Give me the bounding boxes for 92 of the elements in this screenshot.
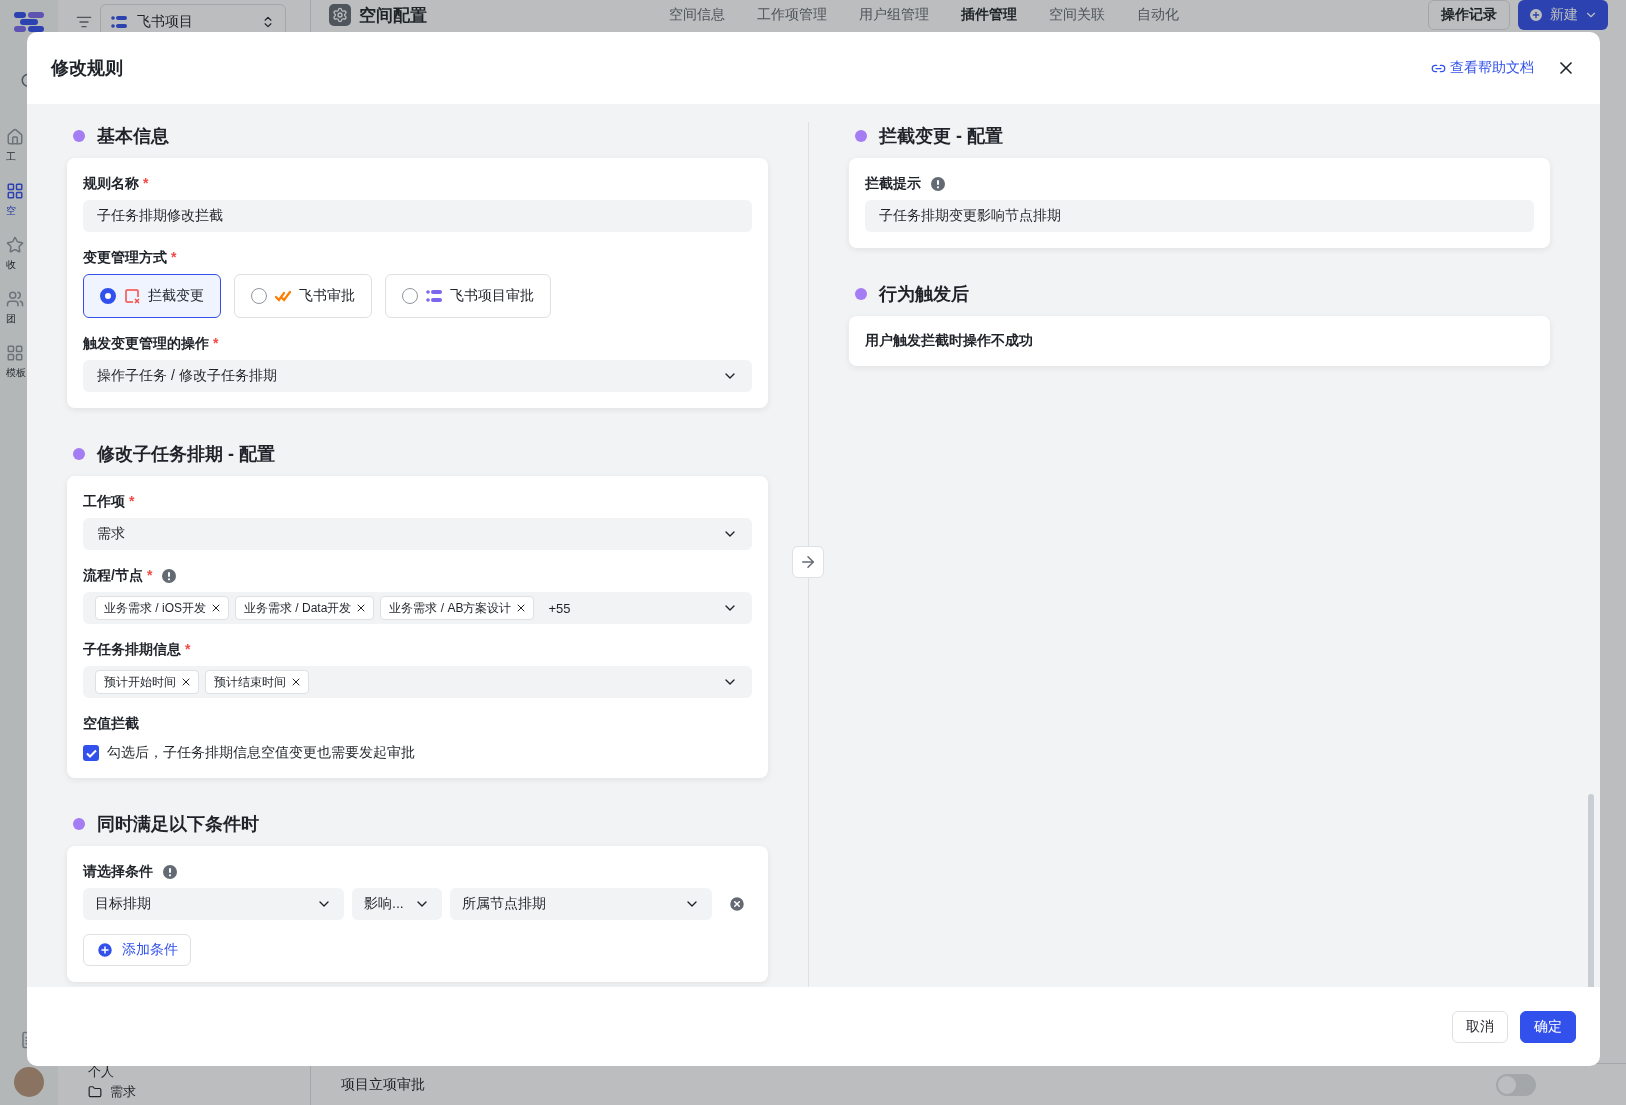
confirm-button[interactable]: 确定 [1520, 1010, 1576, 1043]
tag: 预计开始时间 [95, 670, 199, 694]
plus-icon [1528, 7, 1544, 23]
sidebar-label[interactable]: 模板 [6, 366, 26, 380]
page-title: 空间配置 [359, 4, 427, 27]
arrow-right-icon [799, 553, 817, 571]
grid-icon [6, 182, 24, 200]
tab[interactable]: 用户组管理 [859, 6, 929, 24]
multi-select-field[interactable]: 业务需求 / iOS开发 业务需求 / Data开发 业务需求 / AB方案设计 +55 [83, 592, 752, 624]
radio-option[interactable]: 飞书审批 [234, 274, 372, 318]
folder-icon [88, 1085, 102, 1099]
field-label: 拦截提示 [865, 175, 921, 193]
logo-icon [14, 10, 44, 34]
settings-icon [329, 4, 351, 26]
select-field[interactable]: 所属节点排期 [450, 888, 712, 920]
select-field[interactable]: 影响... [352, 888, 442, 920]
select-field[interactable]: 操作子任务 / 修改子任务排期 [83, 360, 752, 392]
section-title: 同时满足以下条件时 [97, 813, 259, 836]
field-label: 工作项 * [83, 493, 135, 511]
field-label: 子任务排期信息 * [83, 641, 191, 659]
tree-item[interactable]: 个人 [68, 1064, 300, 1080]
tag: 业务需求 / iOS开发 [95, 596, 229, 620]
help-link[interactable]: 查看帮助文档 [1431, 59, 1534, 77]
required-mark: * [171, 249, 177, 265]
collapse-icon[interactable] [76, 14, 92, 30]
section-title: 拦截变更 - 配置 [879, 125, 1003, 148]
tab[interactable]: 自动化 [1137, 6, 1179, 24]
tag: 预计结束时间 [205, 670, 309, 694]
checkbox-label: 勾选后，子任务排期信息空值变更也需要发起审批 [107, 744, 415, 762]
tree-item[interactable]: 需求 [68, 1084, 300, 1100]
tag: 业务需求 / Data开发 [235, 596, 375, 620]
section-title: 行为触发后 [879, 283, 969, 306]
sidebar-label[interactable]: 工 [6, 150, 16, 164]
checkbox[interactable] [83, 745, 99, 761]
required-mark: * [213, 335, 219, 351]
text-field[interactable]: 子任务排期变更影响节点排期 [865, 200, 1534, 232]
required-mark: * [143, 175, 149, 191]
field-label: 变更管理方式 * [83, 249, 177, 267]
step-dot [73, 130, 85, 142]
tab[interactable]: 工作项管理 [757, 6, 827, 24]
sidebar-label[interactable]: 收 [6, 258, 16, 272]
remove-icon[interactable] [210, 602, 222, 614]
remove-icon[interactable] [180, 676, 192, 688]
list-row-title: 项目立项审批 [341, 1075, 425, 1094]
plus-icon [96, 941, 114, 959]
template-icon [6, 344, 24, 362]
radio-option[interactable]: 拦截变更 [83, 274, 221, 318]
multi-select-field[interactable]: 预计开始时间 预计结束时间 [83, 666, 752, 698]
sidebar-label[interactable]: 空 [6, 204, 16, 218]
select-field[interactable]: 目标排期 [83, 888, 344, 920]
required-mark: * [129, 493, 135, 509]
required-mark: * [146, 567, 153, 583]
field-label: 规则名称 * [83, 175, 149, 193]
required-mark: * [185, 641, 191, 657]
info-icon [931, 177, 945, 191]
step-dot [855, 288, 867, 300]
tab[interactable]: 空间信息 [669, 6, 725, 24]
cancel-button[interactable]: 取消 [1452, 1010, 1508, 1043]
step-dot [855, 130, 867, 142]
home-icon [6, 128, 24, 146]
step-dot [73, 818, 85, 830]
step-dot [73, 448, 85, 460]
info-icon [163, 865, 177, 879]
arrow-button[interactable] [792, 546, 824, 578]
star-icon [6, 236, 24, 254]
section-title: 基本信息 [97, 125, 169, 148]
info-icon [162, 569, 177, 583]
double-check-icon [275, 290, 291, 302]
people-icon [6, 290, 24, 308]
square-x-icon [124, 288, 140, 304]
text-field[interactable]: 子任务排期修改拦截 [83, 200, 752, 232]
radio-option[interactable]: 飞书项目审批 [385, 274, 551, 318]
section-title: 修改子任务排期 - 配置 [97, 443, 275, 466]
modal-title: 修改规则 [51, 57, 123, 80]
list-icon [111, 15, 127, 29]
field-label: 触发变更管理的操作 * [83, 335, 219, 353]
tab[interactable]: 空间关联 [1049, 6, 1105, 24]
new-button[interactable]: 新建 [1518, 0, 1608, 30]
sidebar-label[interactable]: 团 [6, 312, 16, 326]
history-button[interactable]: 操作记录 [1428, 0, 1510, 30]
scrollbar[interactable] [1588, 794, 1594, 987]
tag: 业务需求 / AB方案设计 [380, 596, 535, 620]
list-icon [426, 289, 442, 303]
tab[interactable]: 插件管理 [961, 6, 1017, 24]
field-label: 流程/节点 * [83, 567, 153, 585]
behavior-text: 用户触发拦截时操作不成功 [865, 332, 1034, 350]
select-field[interactable]: 需求 [83, 518, 752, 550]
field-label: 空值拦截 [83, 715, 139, 733]
remove-icon[interactable] [290, 676, 302, 688]
more-count: +55 [548, 600, 571, 616]
field-label: 请选择条件 [83, 863, 153, 881]
add-condition-button[interactable]: 添加条件 [83, 934, 191, 966]
